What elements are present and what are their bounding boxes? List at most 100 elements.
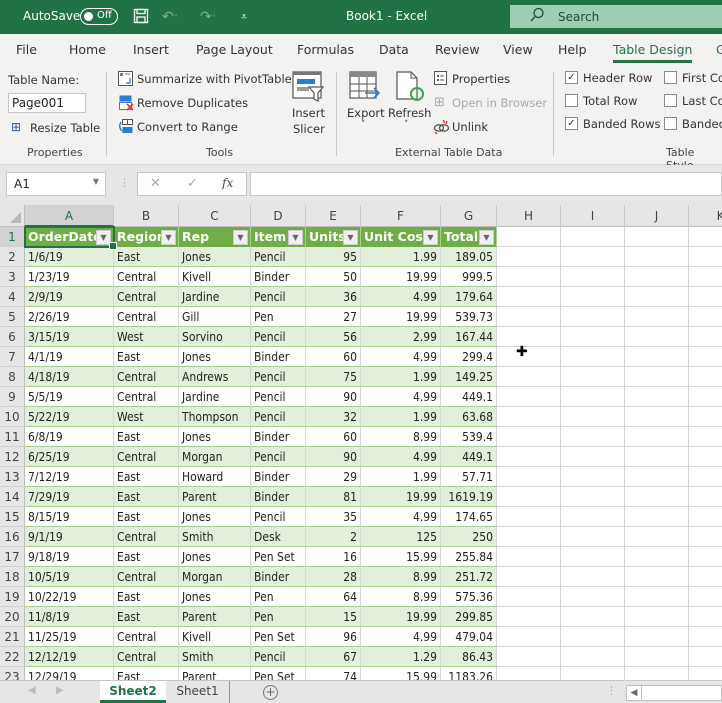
cell[interactable] bbox=[497, 287, 561, 307]
table-header-rep[interactable]: Rep ▼ bbox=[179, 227, 251, 247]
cell[interactable] bbox=[625, 467, 689, 487]
cell[interactable] bbox=[497, 427, 561, 447]
table-cell[interactable]: 28 bbox=[306, 567, 361, 587]
column-header-f[interactable]: F bbox=[361, 205, 441, 227]
table-header-unit-cost[interactable]: Unit Cost ▼ bbox=[361, 227, 441, 247]
cell[interactable] bbox=[689, 427, 722, 447]
cell[interactable] bbox=[625, 567, 689, 587]
cell[interactable] bbox=[497, 467, 561, 487]
row-header-8[interactable]: 8 bbox=[0, 367, 25, 387]
banded-columns-checkbox[interactable] bbox=[664, 117, 677, 130]
cell[interactable] bbox=[689, 467, 722, 487]
tab-home[interactable]: Home bbox=[69, 42, 106, 57]
table-cell[interactable]: Pen bbox=[251, 587, 306, 607]
table-cell[interactable]: Central bbox=[114, 527, 179, 547]
table-cell[interactable]: Pencil bbox=[251, 327, 306, 347]
column-header-e[interactable]: E bbox=[306, 205, 361, 227]
cell[interactable] bbox=[625, 307, 689, 327]
row-header-15[interactable]: 15 bbox=[0, 507, 25, 527]
table-header-total[interactable]: Total ▼ bbox=[441, 227, 497, 247]
table-cell[interactable]: 5/22/19 bbox=[25, 407, 114, 427]
table-cell[interactable]: 8.99 bbox=[361, 567, 441, 587]
cell[interactable] bbox=[561, 427, 625, 447]
cell[interactable] bbox=[625, 447, 689, 467]
table-cell[interactable]: Central bbox=[114, 267, 179, 287]
table-cell[interactable]: 35 bbox=[306, 507, 361, 527]
table-header-orderdate[interactable]: OrderDate ▼ bbox=[25, 227, 114, 247]
cell[interactable] bbox=[625, 667, 689, 680]
cell[interactable] bbox=[561, 587, 625, 607]
table-cell[interactable]: Pencil bbox=[251, 287, 306, 307]
table-cell[interactable]: Andrews bbox=[179, 367, 251, 387]
table-cell[interactable]: 50 bbox=[306, 267, 361, 287]
cell[interactable] bbox=[561, 227, 625, 247]
table-cell[interactable]: Binder bbox=[251, 427, 306, 447]
cell[interactable] bbox=[625, 367, 689, 387]
table-cell[interactable]: East bbox=[114, 607, 179, 627]
cell[interactable] bbox=[625, 527, 689, 547]
tab-data[interactable]: Data bbox=[379, 42, 409, 57]
column-header-d[interactable]: D bbox=[251, 205, 306, 227]
cell[interactable] bbox=[497, 527, 561, 547]
row-header-22[interactable]: 22 bbox=[0, 647, 25, 667]
table-cell[interactable]: 16 bbox=[306, 547, 361, 567]
table-cell[interactable]: Jones bbox=[179, 247, 251, 267]
cell[interactable] bbox=[497, 587, 561, 607]
cell[interactable] bbox=[689, 607, 722, 627]
cell[interactable] bbox=[561, 367, 625, 387]
row-header-6[interactable]: 6 bbox=[0, 327, 25, 347]
table-cell[interactable]: East bbox=[114, 667, 179, 680]
formula-input[interactable] bbox=[250, 172, 722, 196]
table-cell[interactable]: 19.99 bbox=[361, 607, 441, 627]
column-header-b[interactable]: B bbox=[114, 205, 179, 227]
summarize-pivottable-button[interactable]: Summarize with PivotTable bbox=[137, 72, 292, 86]
select-all-button[interactable] bbox=[0, 205, 25, 227]
cell[interactable] bbox=[625, 347, 689, 367]
row-header-2[interactable]: 2 bbox=[0, 247, 25, 267]
table-cell[interactable]: 449.1 bbox=[441, 387, 497, 407]
row-header-1[interactable]: 1 bbox=[0, 227, 25, 247]
filter-dropdown-icon[interactable]: ▼ bbox=[96, 230, 111, 245]
table-cell[interactable]: 27 bbox=[306, 307, 361, 327]
cell[interactable] bbox=[689, 327, 722, 347]
cell[interactable] bbox=[497, 267, 561, 287]
table-cell[interactable]: 67 bbox=[306, 647, 361, 667]
table-cell[interactable]: 4.99 bbox=[361, 287, 441, 307]
cell[interactable] bbox=[689, 307, 722, 327]
cell[interactable] bbox=[625, 407, 689, 427]
table-cell[interactable]: 19.99 bbox=[361, 307, 441, 327]
table-cell[interactable]: 11/8/19 bbox=[25, 607, 114, 627]
row-header-9[interactable]: 9 bbox=[0, 387, 25, 407]
table-cell[interactable]: East bbox=[114, 487, 179, 507]
row-header-7[interactable]: 7 bbox=[0, 347, 25, 367]
filter-dropdown-icon[interactable]: ▼ bbox=[423, 230, 438, 245]
row-header-4[interactable]: 4 bbox=[0, 287, 25, 307]
sheet-tab-sheet1[interactable]: Sheet1 bbox=[166, 681, 230, 703]
cell[interactable] bbox=[497, 367, 561, 387]
table-cell[interactable]: Smith bbox=[179, 647, 251, 667]
table-cell[interactable]: 4.99 bbox=[361, 627, 441, 647]
cell[interactable] bbox=[497, 227, 561, 247]
table-cell[interactable]: East bbox=[114, 507, 179, 527]
table-cell[interactable]: Central bbox=[114, 287, 179, 307]
table-cell[interactable]: 90 bbox=[306, 387, 361, 407]
table-cell[interactable]: 63.68 bbox=[441, 407, 497, 427]
table-cell[interactable]: 11/25/19 bbox=[25, 627, 114, 647]
table-cell[interactable]: 75 bbox=[306, 367, 361, 387]
filter-dropdown-icon[interactable]: ▼ bbox=[233, 230, 248, 245]
table-cell[interactable]: 12/29/19 bbox=[25, 667, 114, 680]
table-cell[interactable]: Pen Set bbox=[251, 667, 306, 680]
cell[interactable] bbox=[689, 267, 722, 287]
table-cell[interactable]: Binder bbox=[251, 567, 306, 587]
cell[interactable] bbox=[625, 427, 689, 447]
table-cell[interactable]: Central bbox=[114, 627, 179, 647]
tab-review[interactable]: Review bbox=[435, 42, 480, 57]
autosave-toggle[interactable]: Off bbox=[80, 8, 118, 25]
table-cell[interactable]: 255.84 bbox=[441, 547, 497, 567]
cell[interactable] bbox=[689, 527, 722, 547]
table-cell[interactable]: 1.29 bbox=[361, 647, 441, 667]
cell[interactable] bbox=[561, 547, 625, 567]
table-cell[interactable]: 96 bbox=[306, 627, 361, 647]
column-header-k[interactable]: K bbox=[689, 205, 722, 227]
row-header-17[interactable]: 17 bbox=[0, 547, 25, 567]
